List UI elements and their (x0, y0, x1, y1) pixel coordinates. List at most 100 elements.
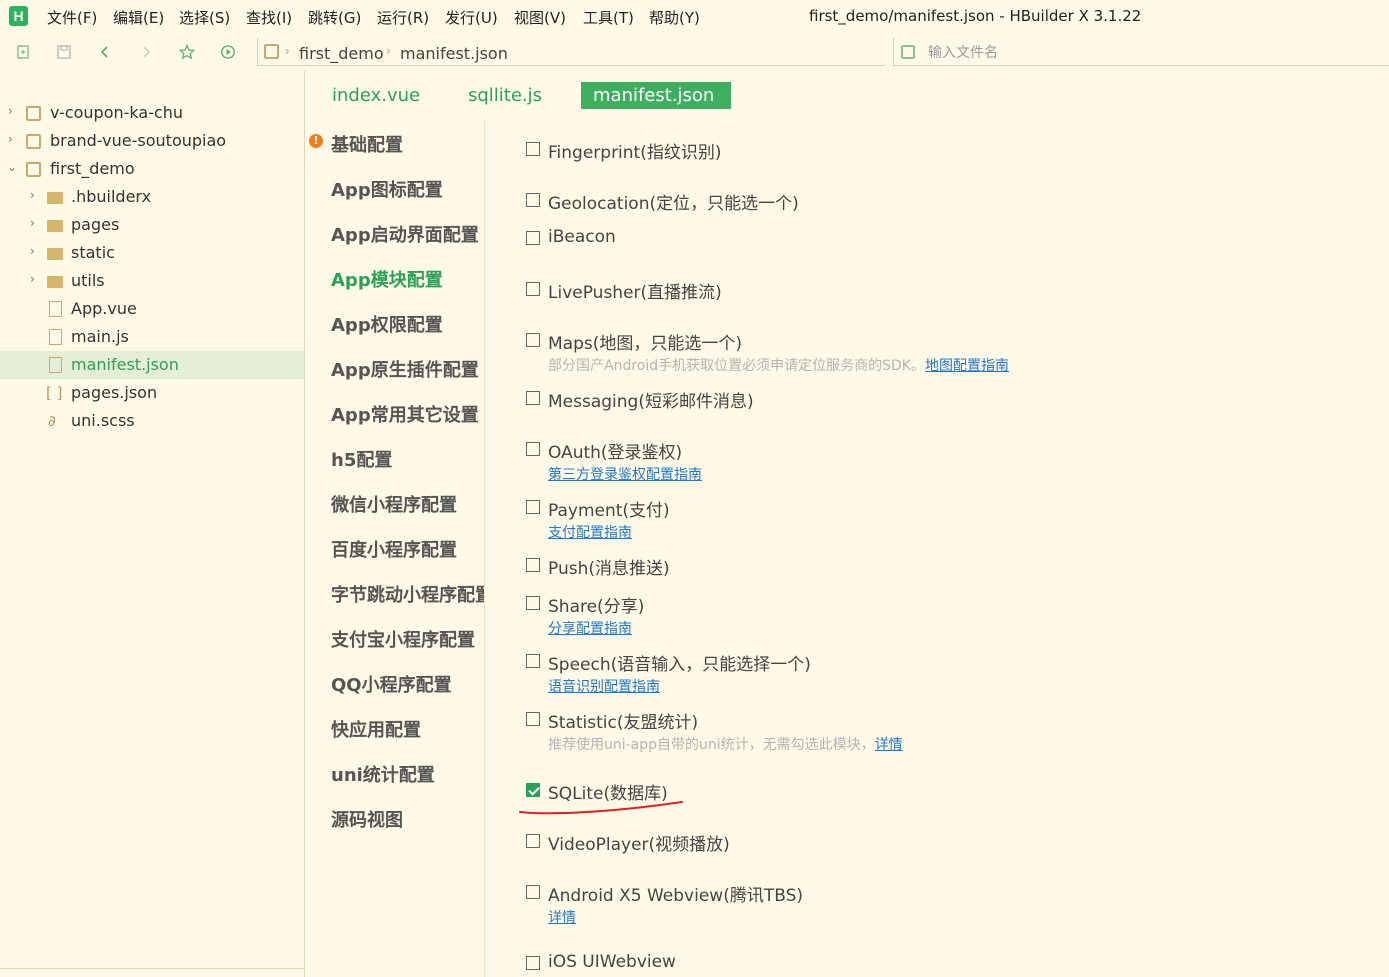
x5-details-link[interactable]: 详情 (548, 907, 576, 927)
run-icon[interactable] (220, 44, 236, 60)
module-checkbox[interactable] (526, 558, 540, 572)
nav-baidu-mp-config[interactable]: 百度小程序配置 (331, 536, 457, 562)
tree-item-file[interactable]: [ ] pages.json (0, 379, 304, 407)
module-checkbox[interactable] (526, 654, 540, 668)
module-label: Maps(地图，只能选一个) (548, 334, 742, 354)
search-file-icon (901, 45, 915, 59)
nav-qq-mp-config[interactable]: QQ小程序配置 (331, 671, 452, 697)
module-checkbox[interactable] (526, 282, 540, 296)
chevron-right-icon[interactable]: › (30, 272, 35, 286)
module-checkbox[interactable] (526, 596, 540, 610)
tree-item-project[interactable]: › v-coupon-ka-chu (0, 99, 304, 127)
tree-item-folder[interactable]: › pages (0, 211, 304, 239)
module-checkbox[interactable] (526, 391, 540, 405)
menu-file[interactable]: 文件(F) (47, 7, 97, 28)
module-note: 部分国产Android手机获取位置必须申请定位服务商的SDK。地图配置指南 (548, 355, 1009, 375)
module-label: Android X5 Webview(腾讯TBS) (548, 886, 804, 906)
tab-index-vue[interactable]: index.vue (332, 82, 420, 109)
statistic-details-link[interactable]: 详情 (875, 737, 903, 753)
module-note: 推荐使用uni-app自带的uni统计，无需勾选此模块，详情 (548, 734, 903, 754)
tree-item-folder[interactable]: › .hbuilderx (0, 183, 304, 211)
project-icon (26, 162, 41, 177)
chevron-right-icon[interactable]: › (30, 188, 35, 202)
module-checkbox[interactable] (526, 834, 540, 848)
folder-icon (47, 248, 63, 260)
nav-app-module-config[interactable]: App模块配置 (331, 266, 443, 292)
module-checkbox[interactable] (526, 885, 540, 899)
tree-item-label: pages.json (71, 383, 158, 402)
menu-publish[interactable]: 发行(U) (445, 7, 498, 28)
oauth-guide-link[interactable]: 第三方登录鉴权配置指南 (548, 464, 702, 484)
nav-quickapp-config[interactable]: 快应用配置 (331, 716, 421, 742)
module-checkbox[interactable] (526, 956, 540, 970)
speech-guide-link[interactable]: 语音识别配置指南 (548, 676, 660, 696)
js-file-icon (49, 329, 62, 345)
forward-icon[interactable] (138, 44, 154, 60)
tree-item-file-active[interactable]: manifest.json (0, 351, 304, 379)
menu-tools[interactable]: 工具(T) (583, 7, 634, 28)
menu-find[interactable]: 查找(I) (246, 7, 292, 28)
tree-item-file[interactable]: ∂ uni.scss (0, 407, 304, 435)
menu-goto[interactable]: 跳转(G) (308, 7, 361, 28)
menu-select[interactable]: 选择(S) (179, 7, 230, 28)
tree-item-project[interactable]: › brand-vue-soutoupiao (0, 127, 304, 155)
nav-bytedance-mp-config[interactable]: 字节跳动小程序配置 (331, 581, 484, 607)
breadcrumb-file[interactable]: manifest.json (400, 44, 508, 63)
nav-app-native-plugin-config[interactable]: App原生插件配置 (331, 356, 479, 382)
breadcrumb-project[interactable]: first_demo (299, 44, 384, 63)
tree-item-label: pages (71, 215, 120, 234)
module-checkbox[interactable] (526, 231, 540, 245)
menu-edit[interactable]: 编辑(E) (113, 7, 164, 28)
chevron-right-icon[interactable]: › (30, 216, 35, 230)
chevron-right-icon[interactable]: › (30, 244, 35, 258)
menu-help[interactable]: 帮助(Y) (649, 7, 700, 28)
module-label: Geolocation(定位，只能选一个) (548, 194, 799, 214)
payment-guide-link[interactable]: 支付配置指南 (548, 522, 632, 542)
tree-item-file[interactable]: App.vue (0, 295, 304, 323)
module-label: Speech(语音输入，只能选择一个) (548, 655, 811, 675)
chevron-right-icon[interactable]: › (8, 132, 13, 146)
tree-item-file[interactable]: main.js (0, 323, 304, 351)
module-checkbox[interactable] (526, 500, 540, 514)
nav-uni-stat-config[interactable]: uni统计配置 (331, 761, 435, 787)
nav-source-view[interactable]: 源码视图 (331, 806, 403, 832)
nav-app-other-settings[interactable]: App常用其它设置 (331, 401, 479, 427)
module-checkbox[interactable] (526, 333, 540, 347)
sidebar-scrollbar[interactable] (0, 968, 304, 977)
maps-guide-link[interactable]: 地图配置指南 (925, 358, 1009, 374)
nav-app-splash-config[interactable]: App启动界面配置 (331, 221, 479, 247)
module-checkbox[interactable] (526, 442, 540, 456)
menu-run[interactable]: 运行(R) (377, 7, 429, 28)
module-label: Fingerprint(指纹识别) (548, 143, 722, 163)
tree-item-folder[interactable]: › utils (0, 267, 304, 295)
breadcrumb-separator-icon: › (386, 44, 391, 58)
module-checkbox-checked[interactable] (526, 783, 540, 797)
nav-app-permission-config[interactable]: App权限配置 (331, 311, 443, 337)
module-checkbox[interactable] (526, 193, 540, 207)
tab-manifest-json[interactable]: manifest.json (581, 82, 731, 109)
save-icon[interactable] (56, 44, 72, 60)
nav-alipay-mp-config[interactable]: 支付宝小程序配置 (331, 626, 475, 652)
star-icon[interactable] (178, 43, 196, 60)
nav-h5-config[interactable]: h5配置 (331, 446, 392, 472)
back-icon[interactable] (97, 44, 113, 60)
tree-item-project[interactable]: ⌄ first_demo (0, 155, 304, 183)
module-checkbox[interactable] (526, 142, 540, 156)
module-label: Messaging(短彩邮件消息) (548, 392, 754, 412)
module-note-text: 部分国产Android手机获取位置必须申请定位服务商的SDK。 (548, 358, 925, 374)
nav-wechat-mp-config[interactable]: 微信小程序配置 (331, 491, 457, 517)
tree-item-folder[interactable]: › static (0, 239, 304, 267)
module-label: iBeacon (548, 227, 616, 247)
module-checkbox[interactable] (526, 712, 540, 726)
share-guide-link[interactable]: 分享配置指南 (548, 618, 632, 638)
file-search-input[interactable] (928, 42, 1228, 64)
new-file-icon[interactable] (15, 44, 31, 60)
chevron-right-icon[interactable]: › (8, 104, 13, 118)
nav-basic-config[interactable]: 基础配置 (331, 131, 403, 157)
menu-view[interactable]: 视图(V) (514, 7, 566, 28)
red-underline-annotation (519, 801, 683, 815)
chevron-down-icon[interactable]: ⌄ (7, 160, 17, 174)
nav-app-icon-config[interactable]: App图标配置 (331, 176, 443, 202)
tab-sqllite-js[interactable]: sqllite.js (468, 82, 542, 109)
folder-icon (47, 276, 63, 288)
